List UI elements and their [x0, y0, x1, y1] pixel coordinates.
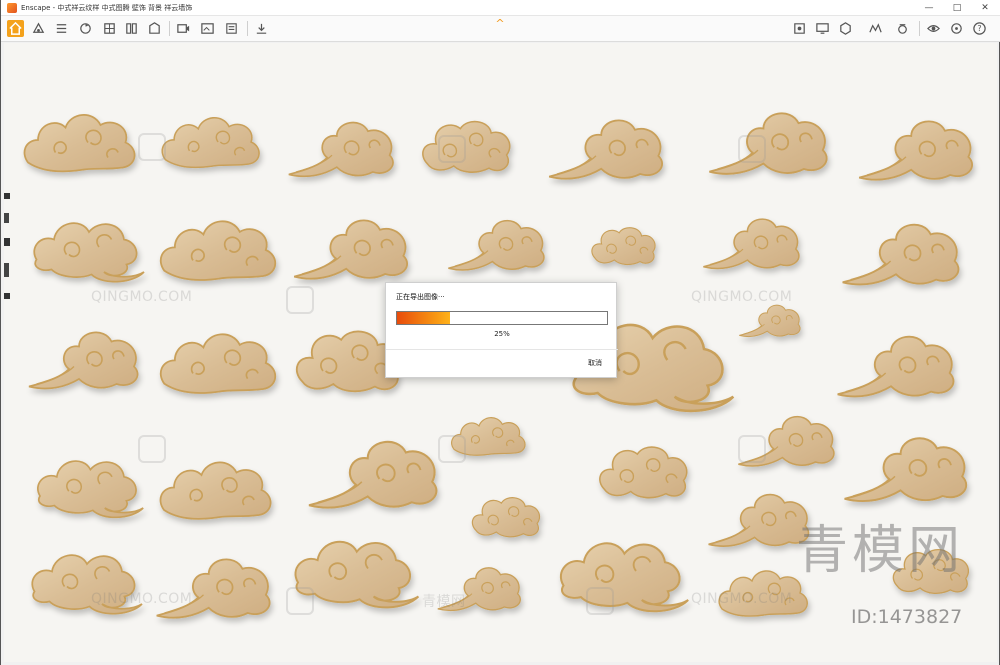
watermark-logo-icon — [586, 587, 614, 615]
batch-render-icon[interactable] — [223, 20, 240, 37]
enscape-logo-icon — [7, 2, 17, 13]
screenshot-icon[interactable] — [199, 20, 216, 37]
dialog-title: 正在导出图像··· — [396, 293, 445, 301]
watermark-logo-icon — [438, 135, 466, 163]
asset-library-icon[interactable] — [30, 20, 47, 37]
title-bar: Enscape - 中式祥云纹样 中式图腾 壁饰 背景 祥云墙饰 — □ ✕ — [1, 0, 1000, 16]
dialog-divider — [386, 349, 618, 350]
watermark-text: QINGMO.COM — [691, 289, 793, 305]
visual-settings-icon[interactable] — [925, 20, 942, 37]
watermark-text: QINGMO.COM — [691, 591, 793, 607]
watermark-text: 青模网 — [422, 594, 466, 610]
video-icon[interactable] — [175, 20, 192, 37]
render-mode-icon[interactable] — [837, 20, 854, 37]
collapse-toolbar-chevron-icon[interactable]: ^ — [494, 18, 506, 29]
feedback-icon[interactable] — [948, 20, 965, 37]
atmosphere-icon[interactable] — [867, 20, 884, 37]
enscape-toolbar: ^ ? — [1, 16, 1000, 42]
watermark-logo-icon — [438, 435, 466, 463]
home-icon[interactable] — [7, 20, 24, 37]
enscape-window: Enscape - 中式祥云纹样 中式图腾 壁饰 背景 祥云墙饰 — □ ✕ ^… — [0, 0, 1000, 665]
help-icon[interactable]: ? — [971, 20, 988, 37]
export-progress-dialog: 正在导出图像··· 25% 取消 — [385, 282, 618, 378]
export-icon[interactable] — [253, 20, 270, 37]
sync-icon[interactable] — [77, 20, 94, 37]
progress-bar — [396, 311, 608, 325]
progress-bar-fill — [397, 312, 450, 324]
watermark-id: ID:1473827 — [851, 606, 963, 628]
view-management-icon[interactable] — [791, 20, 808, 37]
close-button[interactable]: ✕ — [971, 0, 999, 16]
watermark-logo-icon — [738, 135, 766, 163]
watermark-logo-icon — [738, 435, 766, 463]
watermark-brand: 青模网 — [796, 521, 965, 581]
minimize-button[interactable]: — — [915, 0, 943, 16]
toolbar-divider — [169, 21, 170, 36]
maximize-button[interactable]: □ — [943, 0, 971, 16]
watermark-logo-icon — [138, 435, 166, 463]
display-icon[interactable] — [814, 20, 831, 37]
capture-settings-icon[interactable] — [894, 20, 911, 37]
help-glyph: ? — [977, 24, 982, 33]
watermark-logo-icon — [286, 587, 314, 615]
building-icon[interactable] — [146, 20, 163, 37]
scene-edge-objects — [4, 193, 10, 299]
progress-percent: 25% — [494, 330, 510, 338]
window-title: Enscape - 中式祥云纹样 中式图腾 壁饰 背景 祥云墙饰 — [21, 3, 193, 12]
cancel-button[interactable]: 取消 — [588, 358, 602, 368]
watermark-text: QINGMO.COM — [91, 591, 193, 607]
watermark-logo-icon — [138, 133, 166, 161]
watermark-text: QINGMO.COM — [91, 289, 193, 305]
toolbar-divider — [919, 21, 920, 36]
material-icon[interactable] — [101, 20, 118, 37]
toolbar-divider — [247, 21, 248, 36]
settings-list-icon[interactable] — [53, 20, 70, 37]
book-icon[interactable] — [123, 20, 140, 37]
watermark-logo-icon — [286, 286, 314, 314]
